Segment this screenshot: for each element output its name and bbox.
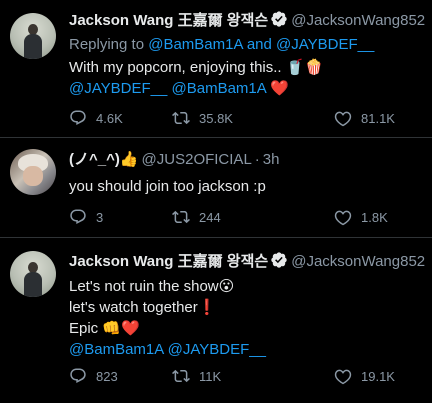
tweet-header: Jackson Wang 王嘉爾 왕잭슨 @JacksonWang852 (69, 251, 425, 275)
handle[interactable]: @JUS2OFICIAL (142, 151, 252, 168)
tweet-jus[interactable]: (ノ^_^)👍 @JUS2OFICIAL · 3h you should join t… (0, 137, 432, 237)
reply-count: 3 (96, 209, 104, 225)
tweet-text: you should join too jackson :p (69, 176, 266, 197)
tweet-actions: 823 11K 19.1K (69, 366, 419, 386)
display-name[interactable]: Jackson Wang 王嘉爾 왕잭슨 (69, 12, 268, 29)
heart-emoji: ❤️ (270, 80, 289, 97)
tweet-jackson-1[interactable]: Jackson Wang 王嘉爾 왕잭슨 @JacksonWang852 Repl… (0, 0, 432, 137)
mention-link[interactable]: @JAYBDEF__ (69, 80, 167, 97)
tweet-text: Let's not ruin the show😮 let's watch tog… (69, 276, 266, 360)
text-line: With my popcorn, enjoying this.. 🥤🍿 (69, 57, 323, 78)
like-count: 1.8K (361, 209, 388, 225)
reply-button[interactable]: 3 (69, 207, 103, 227)
mention-line: @JAYBDEF__ @BamBam1A ❤️ (69, 78, 323, 99)
reply-icon (69, 109, 87, 127)
handle[interactable]: @JacksonWang852 (291, 253, 425, 270)
text-line: Let's not ruin the show😮 (69, 276, 266, 297)
handle[interactable]: @JacksonWang852 (291, 12, 425, 29)
exclamation-emoji: ❗ (197, 299, 217, 316)
verified-badge-icon (270, 251, 288, 275)
text-line-content: Let's not ruin the show (69, 278, 219, 295)
replying-and: and (246, 36, 272, 53)
like-button[interactable]: 1.8K (334, 207, 388, 227)
astonished-emoji: 😮 (218, 278, 235, 295)
like-count: 81.1K (361, 110, 395, 126)
text-line: you should join too jackson :p (69, 178, 266, 195)
mention-link[interactable]: @JAYBDEF__ (276, 36, 374, 53)
mention-link[interactable]: @BamBam1A (69, 341, 163, 358)
reply-button[interactable]: 4.6K (69, 108, 123, 128)
verified-badge-icon (270, 10, 288, 34)
avatar-figure-body (24, 272, 42, 297)
tweet-text: With my popcorn, enjoying this.. 🥤🍿 @JAY… (69, 57, 323, 99)
retweet-button[interactable]: 11K (172, 366, 221, 386)
retweet-icon (172, 109, 190, 127)
retweet-count: 11K (199, 368, 222, 384)
display-name[interactable]: Jackson Wang 王嘉爾 왕잭슨 (69, 253, 268, 270)
replying-to-line: Replying to @BamBam1A and @JAYBDEF__ (69, 35, 374, 55)
avatar-figure-body (24, 34, 42, 59)
heart-icon (334, 109, 352, 127)
text-line-content: With my popcorn, enjoying this.. (69, 59, 282, 76)
avatar[interactable] (10, 13, 56, 59)
tweet-actions: 3 244 1.8K (69, 207, 419, 227)
retweet-count: 244 (199, 209, 221, 225)
separator-dot: · (254, 151, 260, 168)
like-button[interactable]: 19.1K (334, 366, 395, 386)
text-line: Epic 👊❤️ (69, 318, 266, 339)
retweet-icon (172, 208, 190, 226)
replying-prefix: Replying to (69, 36, 145, 53)
display-name[interactable]: (ノ^_^)👍 (69, 151, 139, 168)
text-line-content: Epic (69, 320, 99, 337)
mention-line: @BamBam1A @JAYBDEF__ (69, 339, 266, 360)
timestamp[interactable]: 3h (263, 151, 280, 168)
retweet-count: 35.8K (199, 110, 233, 126)
mention-link[interactable]: @JAYBDEF__ (168, 341, 266, 358)
reply-button[interactable]: 823 (69, 366, 118, 386)
fist-heart-emoji: 👊❤️ (102, 320, 140, 337)
avatar[interactable] (10, 149, 56, 195)
like-button[interactable]: 81.1K (334, 108, 395, 128)
like-count: 19.1K (361, 368, 395, 384)
reply-count: 823 (96, 368, 118, 384)
heart-icon (334, 367, 352, 385)
tweet-jackson-2[interactable]: Jackson Wang 王嘉爾 왕잭슨 @JacksonWang852 Let'… (0, 237, 432, 403)
text-line-content: let's watch together (69, 299, 198, 316)
avatar-face (23, 166, 43, 186)
mention-link[interactable]: @BamBam1A (148, 36, 242, 53)
tweet-header: Jackson Wang 王嘉爾 왕잭슨 @JacksonWang852 (69, 10, 425, 34)
retweet-button[interactable]: 244 (172, 207, 221, 227)
reply-icon (69, 367, 87, 385)
retweet-button[interactable]: 35.8K (172, 108, 233, 128)
drink-popcorn-emoji: 🥤🍿 (285, 59, 324, 76)
tweet-actions: 4.6K 35.8K 81.1K (69, 108, 419, 128)
mention-link[interactable]: @BamBam1A (172, 80, 266, 97)
reply-icon (69, 208, 87, 226)
avatar[interactable] (10, 251, 56, 297)
reply-count: 4.6K (96, 110, 123, 126)
text-line: let's watch together❗ (69, 297, 266, 318)
heart-icon (334, 208, 352, 226)
tweet-header: (ノ^_^)👍 @JUS2OFICIAL · 3h (69, 150, 279, 170)
retweet-icon (172, 367, 190, 385)
